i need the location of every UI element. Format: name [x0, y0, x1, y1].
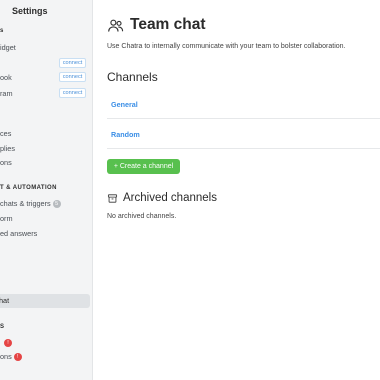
sidebar-item-team-chat[interactable]: hat: [0, 294, 90, 308]
sidebar-item-team-chat-label: hat: [0, 296, 10, 305]
team-users-icon: [108, 19, 124, 32]
channel-row[interactable]: General: [107, 90, 380, 119]
sidebar-item-replies[interactable]: plies: [0, 144, 15, 153]
alert-badge: !: [4, 339, 12, 348]
sidebar-caption-channels: s: [0, 28, 4, 34]
sidebar-title: Settings: [12, 6, 48, 16]
sidebar-item-integrations-label: ons: [0, 352, 12, 361]
channel-name[interactable]: Random: [111, 130, 140, 139]
sidebar-item-instagram[interactable]: ram: [0, 89, 13, 98]
page-title: Team chat: [130, 16, 206, 33]
sidebar-caption-account: S: [0, 324, 5, 330]
sidebar-item-integrations[interactable]: ons!: [0, 352, 22, 362]
sidebar-item-triggers[interactable]: chats & triggers 5: [0, 199, 61, 209]
triggers-count-badge: 5: [52, 200, 61, 209]
sidebar-item-facebook[interactable]: ook: [0, 73, 12, 82]
sidebar-item-saved-answers[interactable]: ed answers: [0, 229, 37, 238]
channels-heading: Channels: [107, 70, 158, 84]
sidebar-item-triggers-label: chats & triggers: [0, 199, 51, 208]
sidebar-item-widget[interactable]: idget: [0, 43, 16, 52]
connect-instagram-button[interactable]: connect: [59, 88, 86, 98]
main-panel: Team chat Use Chatra to internally commu…: [93, 0, 380, 380]
sidebar-item-notifications[interactable]: ons: [0, 158, 12, 167]
connect-facebook-button[interactable]: connect: [59, 72, 86, 82]
page-description: Use Chatra to internally communicate wit…: [107, 43, 346, 50]
settings-sidebar: Settings s idget connect ook connect ram…: [0, 0, 93, 380]
sidebar-item-alert[interactable]: !: [0, 338, 12, 348]
create-channel-button[interactable]: + Create a channel: [107, 159, 180, 174]
archived-heading: Archived channels: [123, 192, 217, 204]
archived-header: Archived channels: [107, 192, 217, 204]
archived-empty-text: No archived channels.: [107, 213, 177, 220]
channel-name[interactable]: General: [111, 100, 138, 109]
sidebar-caption-automation: T & AUTOMATION: [0, 185, 57, 191]
archive-box-icon: [107, 193, 118, 203]
integrations-alert-badge: !: [13, 353, 22, 362]
sidebar-item-form[interactable]: orm: [0, 214, 13, 223]
sidebar-item-preferences[interactable]: ces: [0, 129, 11, 138]
connect-button[interactable]: connect: [59, 58, 86, 68]
page-header: Team chat: [107, 15, 206, 35]
channel-row[interactable]: Random: [107, 120, 380, 149]
